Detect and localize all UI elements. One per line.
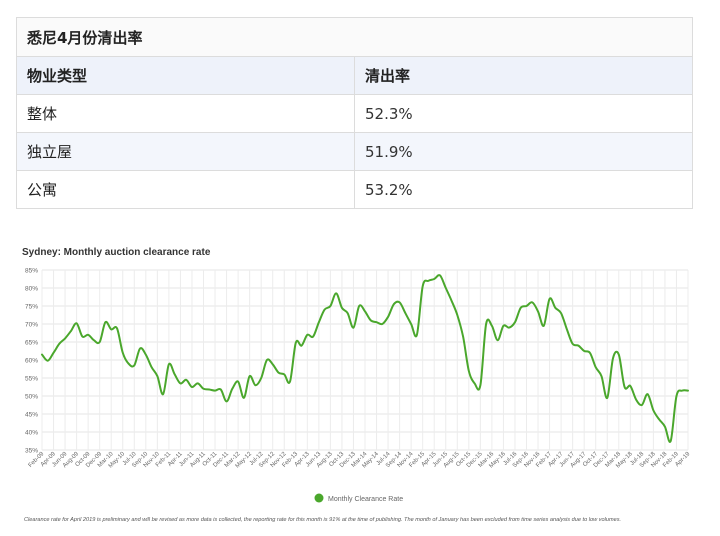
y-tick-label: 40%: [25, 430, 38, 437]
y-tick-label: 45%: [25, 412, 38, 419]
row-rate: 51.9%: [354, 132, 693, 171]
header-clearance-rate: 清出率: [354, 56, 693, 95]
row-rate: 53.2%: [354, 170, 693, 209]
y-tick-label: 65%: [25, 340, 38, 347]
y-tick-label: 55%: [25, 376, 38, 383]
row-rate: 52.3%: [354, 94, 693, 133]
chart-footnote: Clearance rate for April 2019 is prelimi…: [24, 517, 621, 523]
clearance-table: 悉尼4月份清出率 物业类型 清出率 整体 52.3% 独立屋 51.9% 公寓 …: [16, 17, 693, 209]
table-title: 悉尼4月份清出率: [16, 17, 693, 57]
chart-title: Sydney: Monthly auction clearance rate: [22, 247, 211, 258]
y-tick-label: 75%: [25, 304, 38, 311]
legend-label: Monthly Clearance Rate: [328, 496, 403, 503]
table-row: 整体 52.3%: [16, 94, 693, 133]
x-axis-ticks: Feb-09Apr-09Jun-09Aug-09Oct-09Dec-09Mar-…: [28, 451, 692, 470]
y-tick-label: 70%: [25, 322, 38, 329]
row-type: 整体: [16, 94, 355, 133]
chart-legend: Monthly Clearance Rate: [314, 493, 403, 503]
y-tick-label: 80%: [25, 286, 38, 293]
header-property-type: 物业类型: [16, 56, 355, 95]
legend-marker: [314, 493, 324, 503]
table-row: 独立屋 51.9%: [16, 132, 693, 171]
y-tick-label: 35%: [25, 448, 38, 455]
y-tick-label: 60%: [25, 358, 38, 365]
y-tick-label: 85%: [25, 268, 38, 275]
table-row: 公寓 53.2%: [16, 170, 693, 209]
clearance-rate-chart: Sydney: Monthly auction clearance rate 3…: [22, 247, 692, 523]
y-tick-label: 50%: [25, 394, 38, 401]
chart-grid: [41, 269, 689, 451]
y-axis-ticks: 35% 40% 45% 50% 55% 60% 65% 70% 75% 80% 85%: [25, 268, 38, 455]
row-type: 独立屋: [16, 132, 355, 171]
row-type: 公寓: [16, 170, 355, 209]
